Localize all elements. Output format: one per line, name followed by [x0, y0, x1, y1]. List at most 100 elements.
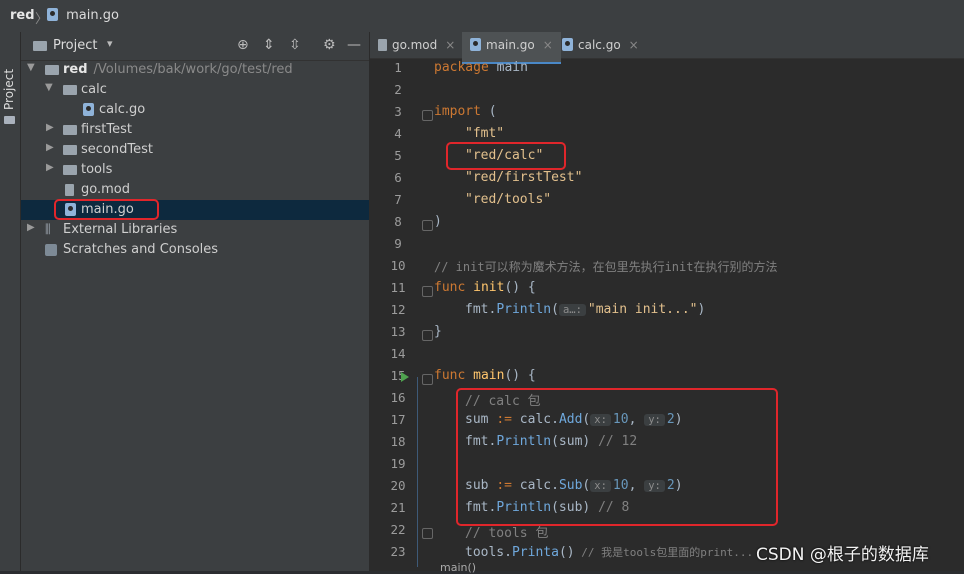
tree-item-label: secondTest — [81, 142, 153, 157]
close-icon[interactable]: × — [629, 38, 639, 52]
code-text: () { — [504, 280, 536, 295]
highlight-box — [446, 142, 566, 170]
chevron-right-icon[interactable]: ▶ — [46, 122, 54, 133]
project-folder-icon — [33, 41, 47, 51]
tree-item-tools[interactable]: ▶ tools — [21, 160, 369, 180]
line-number: 11 — [390, 280, 406, 295]
keyword: import — [434, 104, 481, 119]
project-panel: Project ▾ ⊕ ⇕ ⇳ ⚙ — ▼ red/Volumes/bak/wo… — [21, 32, 369, 571]
comment: // 我是tools包里面的print... — [574, 546, 754, 559]
line-number: 3 — [394, 104, 402, 119]
code-line[interactable]: // init可以称为魔术方法，在包里先执行init在执行别的方法 — [434, 258, 777, 280]
keyword: func — [434, 280, 466, 295]
tree-item-go-mod[interactable]: go.mod — [21, 180, 369, 200]
minimize-icon[interactable]: — — [347, 37, 361, 53]
package-folder-icon — [63, 125, 77, 135]
scope-indicator — [417, 377, 418, 567]
folder-icon — [45, 65, 59, 75]
navigation-bar: red 〉 main.go — [0, 0, 964, 33]
code-line[interactable]: } — [434, 324, 442, 346]
parameter-hint: a…: — [558, 304, 586, 316]
function-name: init — [465, 280, 505, 295]
code-line[interactable]: fmt.Println(a…: "main init...") — [465, 302, 705, 324]
breadcrumb-project[interactable]: red — [10, 8, 35, 23]
fold-icon[interactable] — [422, 286, 433, 297]
chevron-down-icon[interactable]: ▼ — [27, 62, 35, 73]
project-tool-button[interactable]: Project — [2, 69, 16, 110]
go-file-icon — [562, 38, 573, 51]
watermark: CSDN @根子的数据库 — [756, 545, 929, 565]
code-text: ( — [551, 302, 559, 317]
line-number: 13 — [390, 324, 406, 339]
code-breadcrumb[interactable]: main() — [440, 561, 476, 574]
tab-label: go.mod — [392, 38, 438, 52]
go-file-icon — [83, 103, 94, 116]
code-line[interactable]: tools.Printa() // 我是tools包里面的print... — [465, 544, 753, 566]
code-line[interactable]: func main() { — [434, 368, 536, 390]
close-icon[interactable]: × — [543, 38, 553, 52]
keyword: func — [434, 368, 466, 383]
tree-item-label: red — [63, 62, 88, 77]
run-icon[interactable] — [401, 372, 409, 382]
package-folder-icon — [63, 145, 77, 155]
tree-item-calc[interactable]: ▼ calc — [21, 80, 369, 100]
tree-item-secondtest[interactable]: ▶ secondTest — [21, 140, 369, 160]
fold-icon[interactable] — [422, 374, 433, 385]
fold-icon[interactable] — [422, 220, 433, 231]
code-line[interactable]: ) — [434, 214, 442, 236]
tree-item-red[interactable]: ▼ red/Volumes/bak/work/go/test/red — [21, 60, 369, 80]
tree-item-external-libraries[interactable]: ▶ ⫼ External Libraries — [21, 220, 369, 240]
tree-item-label: go.mod — [81, 182, 130, 197]
fold-icon[interactable] — [422, 330, 433, 341]
code-line[interactable]: func init() { — [434, 280, 536, 302]
chevron-down-icon[interactable]: ▼ — [45, 82, 53, 93]
chevron-right-icon[interactable]: ▶ — [27, 222, 35, 233]
expand-all-icon[interactable]: ⇕ — [263, 37, 275, 53]
code-text: ( — [480, 104, 497, 119]
view-dropdown-icon[interactable]: ▾ — [107, 37, 113, 50]
tree-item-calc-go[interactable]: calc.go — [21, 100, 369, 120]
package-name: main — [488, 60, 528, 75]
line-number: 6 — [394, 170, 402, 185]
mod-file-icon — [378, 39, 387, 51]
code-line[interactable]: "red/tools" — [465, 192, 551, 214]
package-ref: fmt. — [465, 302, 497, 317]
fold-icon[interactable] — [422, 528, 433, 539]
tab-calc-go[interactable]: calc.go × — [562, 32, 639, 64]
code-editor[interactable]: go.mod × main.go × calc.go × 1 2 3 4 5 6 7 … — [370, 32, 964, 571]
line-number: 1 — [394, 60, 402, 75]
code-text: ) — [697, 302, 706, 317]
line-number: 8 — [394, 214, 402, 229]
gear-icon[interactable]: ⚙ — [323, 37, 336, 53]
tree-item-label: firstTest — [81, 122, 133, 137]
close-icon[interactable]: × — [445, 38, 455, 52]
chevron-right-icon[interactable]: ▶ — [46, 142, 54, 153]
keyword: package — [434, 60, 489, 75]
chevron-right-icon[interactable]: ▶ — [46, 162, 54, 173]
code-line[interactable]: import ( — [434, 104, 497, 126]
line-number: 7 — [394, 192, 402, 207]
line-number: 4 — [394, 126, 402, 141]
tree-item-scratches[interactable]: Scratches and Consoles — [21, 240, 369, 260]
string-literal: "main init..." — [587, 302, 698, 317]
code-line[interactable]: package main — [434, 60, 528, 82]
line-number: 10 — [390, 258, 406, 273]
crosshair-icon[interactable]: ⊕ — [237, 37, 249, 53]
import-string: "red/tools" — [465, 192, 552, 207]
tree-item-firsttest[interactable]: ▶ firstTest — [21, 120, 369, 140]
function-name: main — [465, 368, 505, 383]
function-call: Printa — [511, 545, 559, 560]
code-line[interactable]: "red/firstTest" — [465, 170, 582, 192]
line-number: 2 — [394, 82, 402, 97]
code-text: ) — [434, 214, 442, 229]
project-panel-title[interactable]: Project — [53, 38, 97, 53]
collapse-all-icon[interactable]: ⇳ — [289, 37, 301, 53]
fold-icon[interactable] — [422, 110, 433, 121]
tree-item-label: tools — [81, 162, 113, 177]
package-folder-icon — [63, 165, 77, 175]
scratches-icon — [45, 244, 57, 256]
library-icon: ⫼ — [45, 222, 51, 236]
tab-label: calc.go — [578, 38, 621, 52]
import-string: "fmt" — [465, 126, 505, 141]
breadcrumb-file[interactable]: main.go — [47, 8, 119, 23]
